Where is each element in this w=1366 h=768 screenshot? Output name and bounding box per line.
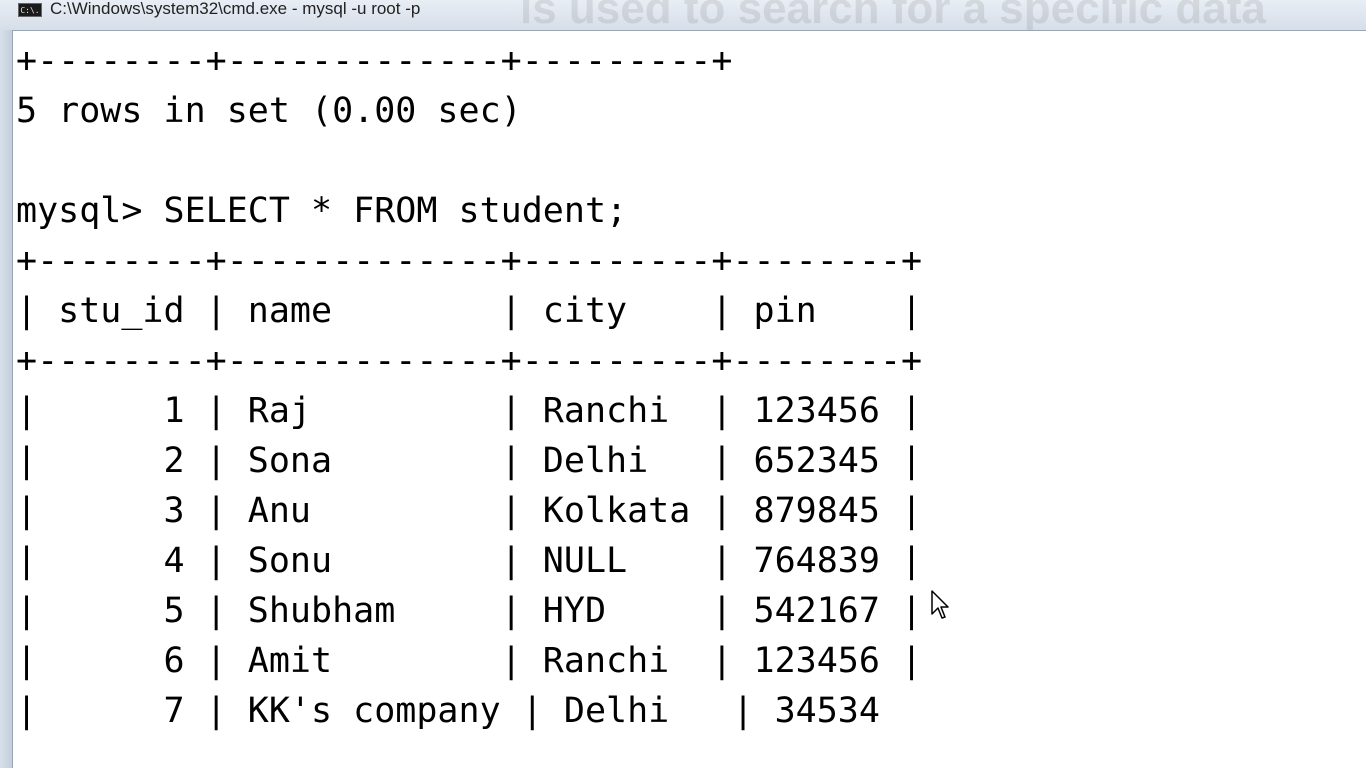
terminal-line-row-count: 5 rows in set (0.00 sec): [16, 91, 522, 131]
cmd-window: C:\. C:\Windows\system32\cmd.exe - mysql…: [0, 0, 1366, 768]
window-left-border: [0, 30, 12, 768]
cmd-icon[interactable]: C:\.: [18, 3, 42, 17]
table-border-header: +--------+-------------+---------+------…: [16, 341, 923, 381]
window-title: C:\Windows\system32\cmd.exe - mysql -u r…: [50, 0, 421, 18]
terminal-output: +--------+-------------+---------+ 5 rows…: [16, 36, 922, 736]
table-row: | 3 | Anu | Kolkata | 879845 |: [16, 491, 923, 531]
table-border-top: +--------+-------------+---------+------…: [16, 241, 923, 281]
background-slide-text: is used to search for a specific data: [520, 0, 1266, 33]
table-row: | 5 | Shubham | HYD | 542167 |: [16, 591, 923, 631]
terminal-line-query: mysql> SELECT * FROM student;: [16, 191, 628, 231]
console-area[interactable]: +--------+-------------+---------+ 5 rows…: [12, 30, 1366, 768]
table-row: | 6 | Amit | Ranchi | 123456 |: [16, 641, 923, 681]
table-row: | 7 | KK's company | Delhi | 34534: [16, 691, 880, 731]
table-row: | 1 | Raj | Ranchi | 123456 |: [16, 391, 923, 431]
table-header-row: | stu_id | name | city | pin |: [16, 291, 923, 331]
terminal-line-separator-top: +--------+-------------+---------+: [16, 41, 733, 81]
table-row: | 4 | Sonu | NULL | 764839 |: [16, 541, 923, 581]
mouse-pointer-icon: [931, 590, 949, 619]
title-bar[interactable]: C:\. C:\Windows\system32\cmd.exe - mysql…: [0, 0, 1366, 33]
table-row: | 2 | Sona | Delhi | 652345 |: [16, 441, 923, 481]
